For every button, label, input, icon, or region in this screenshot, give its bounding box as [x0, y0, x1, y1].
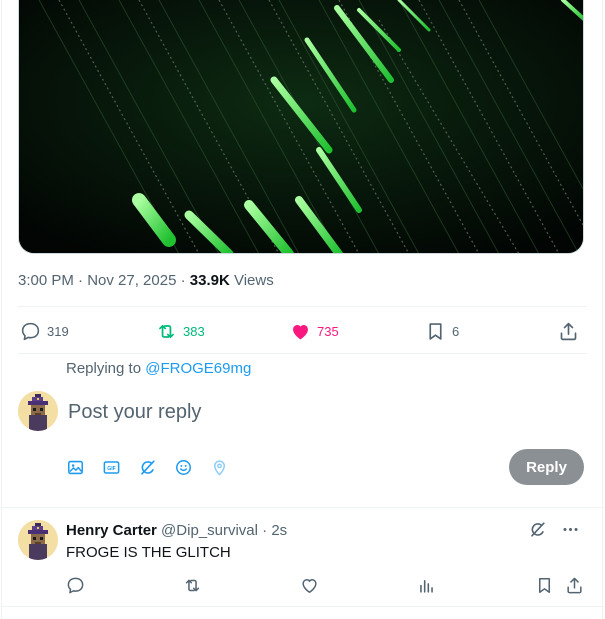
- bookmark-icon: [429, 322, 442, 340]
- bookmark-action-button[interactable]: 6: [425, 318, 459, 344]
- comment-icon: [21, 322, 40, 340]
- more-icon[interactable]: [561, 520, 580, 539]
- gif-button[interactable]: GIF: [102, 456, 138, 478]
- repost-action-button[interactable]: 383: [156, 318, 205, 344]
- repost-count: 383: [183, 323, 205, 339]
- reply-submit-button[interactable]: Reply: [509, 449, 584, 485]
- repost-icon: [159, 324, 174, 338]
- reply-text-input[interactable]: [68, 398, 498, 426]
- post-share-button[interactable]: [565, 576, 584, 600]
- grok-button[interactable]: [138, 456, 174, 478]
- pixel-wizard-avatar: [18, 391, 58, 431]
- post-text: FROGE IS THE GLITCH: [66, 544, 231, 561]
- matrix-code-image: [19, 0, 583, 253]
- views-label: Views: [229, 272, 274, 289]
- location-icon: [213, 459, 226, 475]
- media-button[interactable]: [66, 456, 102, 478]
- post-time[interactable]: 2s: [271, 522, 287, 539]
- tweet-media-image[interactable]: [18, 0, 584, 254]
- post-action-bar: [66, 576, 586, 598]
- tweet-time[interactable]: 3:00 PM · Nov 27, 2025 ·: [18, 272, 190, 289]
- pixel-wizard-avatar: [18, 520, 58, 560]
- post-author-name[interactable]: Henry Carter: [66, 522, 157, 539]
- share-icon: [567, 577, 582, 594]
- post-like-button[interactable]: [300, 576, 319, 600]
- replying-to-line: Replying to @FROGE69mg: [66, 360, 251, 377]
- divider: [18, 306, 587, 307]
- analytics-icon: [420, 579, 433, 593]
- grok-icon[interactable]: [528, 520, 547, 539]
- post-reply-button[interactable]: [66, 576, 85, 600]
- heart-icon: [302, 579, 317, 593]
- reply-post[interactable]: Henry Carter @Dip_survival · 2s FROGE IS…: [0, 508, 602, 606]
- comment-icon: [67, 577, 84, 594]
- replying-handle-link[interactable]: @FROGE69mg: [145, 360, 251, 377]
- emoji-button[interactable]: [174, 456, 210, 478]
- like-action-button[interactable]: 735: [290, 318, 339, 344]
- bookmark-icon: [538, 578, 551, 593]
- composer-toolbar: GIF: [66, 456, 246, 478]
- gif-icon: GIF: [103, 460, 120, 474]
- post-author-avatar[interactable]: [18, 520, 58, 560]
- share-action-button[interactable]: [558, 318, 579, 344]
- share-icon: [560, 322, 577, 340]
- views-count: 33.9K: [189, 272, 230, 289]
- grok-icon: [141, 459, 155, 475]
- heart-icon: [293, 324, 308, 339]
- dot-separator: ·: [257, 522, 272, 539]
- post-author-handle[interactable]: @Dip_survival: [161, 522, 258, 539]
- post-header: Henry Carter @Dip_survival · 2s: [66, 522, 287, 539]
- image-icon: [68, 460, 83, 474]
- divider: [1, 606, 604, 607]
- reply-count: 319: [47, 323, 69, 339]
- tweet-action-bar: 319 383 735 6: [18, 318, 584, 344]
- avatar[interactable]: [18, 391, 58, 431]
- post-header-actions: [528, 520, 580, 539]
- replying-prefix: Replying to: [66, 360, 146, 377]
- svg-text:GIF: GIF: [107, 465, 116, 471]
- post-repost-button[interactable]: [183, 576, 202, 600]
- repost-icon: [185, 579, 200, 592]
- tweet-timestamp-views: 3:00 PM · Nov 27, 2025 · 33.9K Views: [18, 272, 274, 289]
- post-analytics-button[interactable]: [417, 576, 436, 600]
- emoji-icon: [176, 459, 191, 475]
- reply-action-button[interactable]: 319: [20, 318, 69, 344]
- bookmark-count: 6: [452, 323, 460, 339]
- divider: [18, 353, 587, 354]
- post-bookmark-button[interactable]: [535, 576, 554, 600]
- location-button[interactable]: [210, 456, 246, 478]
- like-count: 735: [317, 323, 339, 339]
